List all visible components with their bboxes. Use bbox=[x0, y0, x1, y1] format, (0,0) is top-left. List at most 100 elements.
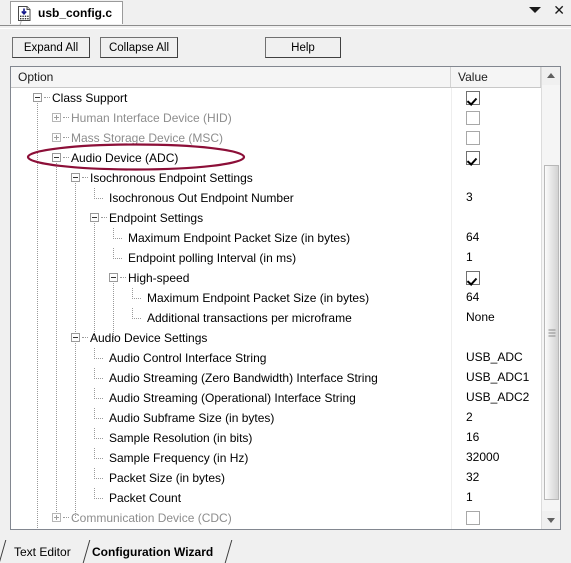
column-header-value[interactable]: Value bbox=[451, 67, 541, 87]
tree-row[interactable]: Audio Device (ADC) bbox=[11, 148, 541, 168]
tree-connector bbox=[132, 288, 141, 299]
tree-row-label: Audio Device Settings bbox=[90, 331, 208, 345]
tree-connector bbox=[63, 117, 69, 119]
tree-row-label: Audio Streaming (Operational) Interface … bbox=[109, 391, 356, 405]
tree-connector bbox=[113, 248, 122, 259]
tree-row-label: Isochronous Out Endpoint Number bbox=[109, 191, 294, 205]
tree-row-value[interactable]: 32000 bbox=[466, 450, 499, 464]
chevron-down-icon[interactable] bbox=[529, 7, 542, 13]
expand-node-icon[interactable] bbox=[52, 133, 61, 142]
tree-row[interactable]: Packet Size (in bytes) 32 bbox=[11, 468, 541, 488]
tree-row-label: Packet Count bbox=[109, 491, 182, 505]
tree-row-checkbox[interactable] bbox=[466, 151, 480, 165]
tree-connector bbox=[101, 217, 107, 219]
tree-connector bbox=[94, 448, 103, 459]
tree-row-label: Maximum Endpoint Packet Size (in bytes) bbox=[147, 291, 370, 305]
tree-row[interactable]: Audio Control Interface String USB_ADC bbox=[11, 348, 541, 368]
tree-row[interactable]: Human Interface Device (HID) bbox=[11, 108, 541, 128]
tree-row-value[interactable]: 64 bbox=[466, 230, 479, 244]
scroll-up-button[interactable] bbox=[542, 67, 560, 85]
tree-row[interactable]: Endpoint Settings bbox=[11, 208, 541, 228]
collapse-node-icon[interactable] bbox=[90, 213, 99, 222]
expand-node-icon[interactable] bbox=[52, 513, 61, 522]
tree-row-value[interactable]: 16 bbox=[466, 430, 479, 444]
scroll-down-button[interactable] bbox=[542, 511, 560, 529]
window-controls: ✕ bbox=[529, 3, 565, 17]
tab-configuration-wizard[interactable]: Configuration Wizard bbox=[80, 540, 233, 563]
tree-row-checkbox[interactable] bbox=[466, 271, 480, 285]
tree-row-value[interactable]: 1 bbox=[466, 490, 473, 504]
tree-row-label: Human Interface Device (HID) bbox=[71, 111, 232, 125]
scrollbar-thumb[interactable] bbox=[544, 165, 559, 500]
view-tabs: Text Editor Configuration Wizard bbox=[0, 536, 571, 563]
triangle-up-icon bbox=[547, 73, 555, 78]
expand-node-icon[interactable] bbox=[52, 113, 61, 122]
tree-vertical-scrollbar[interactable] bbox=[541, 67, 560, 529]
tree-row[interactable]: Additional transactions per microframe No… bbox=[11, 308, 541, 328]
tree-row-value[interactable]: USB_ADC2 bbox=[466, 390, 529, 404]
collapse-node-icon[interactable] bbox=[71, 173, 80, 182]
tree-row-label: Audio Subframe Size (in bytes) bbox=[109, 411, 275, 425]
tree-row-label: Additional transactions per microframe bbox=[147, 311, 352, 325]
tree-row[interactable]: Mass Storage Device (MSC) bbox=[11, 128, 541, 148]
tree-connector bbox=[94, 428, 103, 439]
tree-row-value[interactable]: None bbox=[466, 310, 495, 324]
wizard-toolbar: Expand All Collapse All Help bbox=[0, 30, 571, 62]
tree-row-label: Sample Resolution (in bits) bbox=[109, 431, 253, 445]
tree-row-label: Audio Control Interface String bbox=[109, 351, 267, 365]
tree-row-checkbox[interactable] bbox=[466, 91, 480, 105]
tree-connector bbox=[94, 388, 103, 399]
collapse-node-icon[interactable] bbox=[71, 333, 80, 342]
collapse-node-icon[interactable] bbox=[33, 93, 42, 102]
tree-row-checkbox[interactable] bbox=[466, 511, 480, 525]
close-icon[interactable]: ✕ bbox=[553, 3, 565, 17]
tree-row[interactable]: Maximum Endpoint Packet Size (in bytes) 6… bbox=[11, 228, 541, 248]
tree-row-value[interactable]: 3 bbox=[466, 190, 473, 204]
collapse-node-icon[interactable] bbox=[52, 153, 61, 162]
collapse-all-button[interactable]: Collapse All bbox=[100, 37, 178, 58]
column-header-option[interactable]: Option bbox=[11, 67, 451, 87]
tree-row-label: Isochronous Endpoint Settings bbox=[90, 171, 253, 185]
tree-row[interactable]: Sample Frequency (in Hz) 32000 bbox=[11, 448, 541, 468]
tree-row-checkbox[interactable] bbox=[466, 111, 480, 125]
tree-row[interactable]: Communication Device (CDC) bbox=[11, 508, 541, 528]
tree-connector bbox=[94, 188, 103, 199]
tab-text-editor[interactable]: Text Editor bbox=[0, 540, 91, 563]
tree-connector bbox=[113, 228, 122, 239]
tree-row[interactable]: Sample Resolution (in bits) 16 bbox=[11, 428, 541, 448]
tree-column-headers: Option Value bbox=[11, 67, 560, 88]
tree-connector bbox=[63, 157, 69, 159]
help-button[interactable]: Help bbox=[265, 37, 341, 58]
tree-row[interactable]: Isochronous Endpoint Settings bbox=[11, 168, 541, 188]
tab-right-slant bbox=[214, 540, 233, 563]
tree-row-label: Audio Streaming (Zero Bandwidth) Interfa… bbox=[109, 371, 378, 385]
expand-all-button[interactable]: Expand All bbox=[12, 37, 90, 58]
tree-row-value[interactable]: USB_ADC1 bbox=[466, 370, 529, 384]
tree-row-value[interactable]: 32 bbox=[466, 470, 479, 484]
tree-row[interactable]: Audio Streaming (Operational) Interface … bbox=[11, 388, 541, 408]
tree-row[interactable]: Audio Subframe Size (in bytes) 2 bbox=[11, 408, 541, 428]
document-tab-label: usb_config.c bbox=[38, 6, 113, 20]
tree-connector bbox=[94, 488, 103, 499]
tree-row-label: Endpoint polling Interval (in ms) bbox=[128, 251, 297, 265]
tree-row-value[interactable]: USB_ADC bbox=[466, 350, 523, 364]
tree-row-value[interactable]: 1 bbox=[466, 250, 473, 264]
tree-row-label: Packet Size (in bytes) bbox=[109, 471, 226, 485]
tree-row[interactable]: Packet Count 1 bbox=[11, 488, 541, 508]
tree-row[interactable]: Audio Device Settings bbox=[11, 328, 541, 348]
tree-row-value[interactable]: 64 bbox=[466, 290, 479, 304]
tree-row-label: Maximum Endpoint Packet Size (in bytes) bbox=[128, 231, 351, 245]
tree-row-label: High-speed bbox=[128, 271, 190, 285]
document-tab-usb-config-c[interactable]: usb_config.c bbox=[7, 1, 124, 27]
tree-row-checkbox[interactable] bbox=[466, 131, 480, 145]
tree-row[interactable]: Isochronous Out Endpoint Number 3 bbox=[11, 188, 541, 208]
tree-row-label: Endpoint Settings bbox=[109, 211, 204, 225]
collapse-node-icon[interactable] bbox=[109, 273, 118, 282]
tree-row-value[interactable]: 2 bbox=[466, 410, 473, 424]
tree-connector bbox=[94, 408, 103, 419]
tree-row[interactable]: High-speed bbox=[11, 268, 541, 288]
tree-row[interactable]: Endpoint polling Interval (in ms) 1 bbox=[11, 248, 541, 268]
tree-row[interactable]: Maximum Endpoint Packet Size (in bytes) 6… bbox=[11, 288, 541, 308]
tree-row[interactable]: Class Support bbox=[11, 88, 541, 108]
tree-row[interactable]: Audio Streaming (Zero Bandwidth) Interfa… bbox=[11, 368, 541, 388]
